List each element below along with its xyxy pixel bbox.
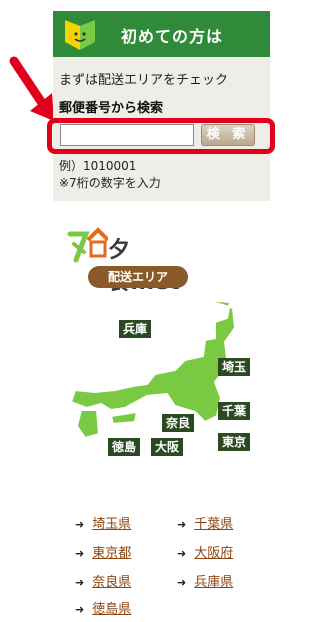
link-nara[interactable]: 奈良県 [92, 575, 131, 590]
link-row: ➜ 東京都 [75, 542, 131, 561]
map-tag-tokushima[interactable]: 徳島 [108, 438, 141, 456]
arrow-right-icon: ➜ [75, 547, 85, 560]
link-tokyo[interactable]: 東京都 [92, 546, 131, 561]
arrow-right-icon: ➜ [75, 603, 85, 616]
delivery-area-map: 兵庫 埼玉 千葉 東京 奈良 大阪 徳島 [55, 298, 275, 468]
map-tag-saitama[interactable]: 埼玉 [218, 358, 251, 376]
intro-text: まずは配送エリアをチェック [59, 73, 229, 88]
arrow-right-icon: ➜ [177, 576, 187, 589]
link-row: ➜ 徳島県 [75, 598, 131, 617]
arrow-right-icon: ➜ [75, 576, 85, 589]
beginner-mark-icon [65, 20, 95, 50]
link-row: ➜ 奈良県 [75, 571, 131, 590]
link-chiba[interactable]: 千葉県 [194, 517, 233, 532]
map-tag-osaka[interactable]: 大阪 [151, 438, 184, 456]
logo-mark-icon [67, 227, 108, 263]
map-tag-nara[interactable]: 奈良 [162, 414, 195, 432]
link-row: ➜ 兵庫県 [177, 571, 233, 590]
link-row: ➜ 千葉県 [177, 513, 233, 532]
zip-note: ※7桁の数字を入力 [59, 176, 161, 190]
link-hyogo[interactable]: 兵庫県 [194, 575, 233, 590]
link-row: ➜ 埼玉県 [75, 513, 131, 532]
zip-example: 例）1010001 [59, 159, 137, 173]
arrow-right-icon: ➜ [177, 547, 187, 560]
link-tokushima[interactable]: 徳島県 [92, 602, 131, 617]
panel-title: 初めての方は [121, 27, 224, 46]
map-tag-chiba[interactable]: 千葉 [218, 402, 251, 420]
panel-header: 初めての方は [53, 11, 270, 57]
link-osaka[interactable]: 大阪府 [194, 546, 233, 561]
map-tag-hyogo[interactable]: 兵庫 [119, 320, 152, 338]
zip-code-input[interactable] [60, 124, 194, 146]
arrow-right-icon: ➜ [177, 518, 187, 531]
yushoku-logo: 夕食.net 配送エリア [66, 222, 196, 295]
map-tag-tokyo[interactable]: 東京 [218, 433, 251, 451]
search-button[interactable]: 検 索 [201, 124, 255, 146]
link-saitama[interactable]: 埼玉県 [92, 517, 131, 532]
delivery-area-pill: 配送エリア [88, 266, 188, 288]
arrow-right-icon: ➜ [75, 518, 85, 531]
link-row: ➜ 大阪府 [177, 542, 233, 561]
zip-search-label: 郵便番号から検索 [59, 101, 164, 116]
